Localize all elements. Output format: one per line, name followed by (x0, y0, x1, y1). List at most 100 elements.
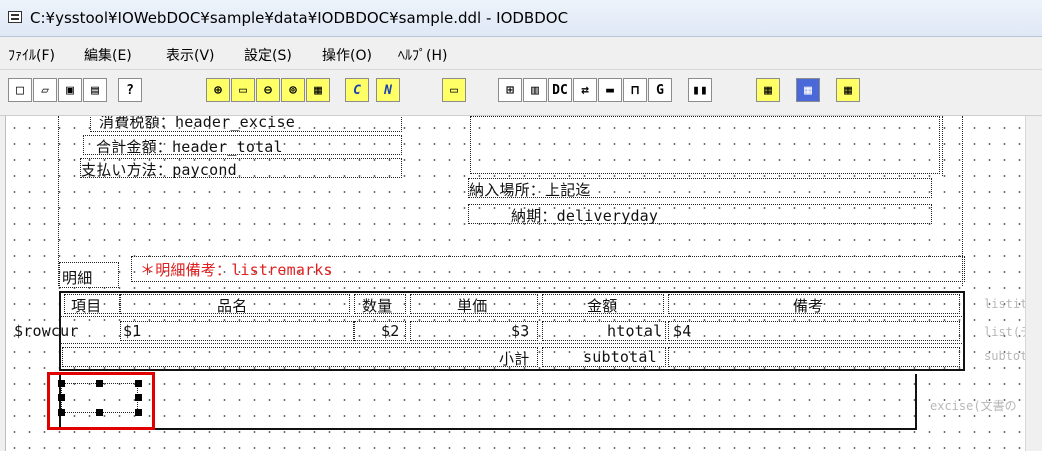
subtotal-field[interactable]: subtotal (542, 347, 666, 367)
layout-1-button[interactable]: ▦ (756, 78, 780, 102)
g-button[interactable]: G (648, 78, 672, 102)
columns-icon: ▮▮ (692, 82, 708, 98)
menu-operation[interactable]: 操作(O) (322, 45, 372, 65)
toolbar: □ ▱ ▣ ▤ ? ⊕ ▭ ⊖ ⊚ ▦ C N ▭ ⊞ ▥ DC ⇄ ▬ ⊓ G… (0, 70, 1042, 116)
ghost-label-excise: excise(文書の (930, 399, 1017, 413)
cell-v2[interactable]: $2 (354, 321, 406, 341)
menu-help[interactable]: ﾍﾙﾌﾟ(H) (398, 45, 447, 65)
meisai-label: 明細 (62, 269, 93, 287)
listremarks-field[interactable]: ＊明細備考：listremarks (131, 256, 965, 282)
resize-handle[interactable] (135, 394, 142, 401)
resize-handle[interactable] (58, 380, 65, 387)
new-file-icon: □ (16, 82, 24, 98)
col-qty-label: 数量 (362, 297, 393, 315)
fit-page-button[interactable]: ▭ (231, 78, 255, 102)
htotal-text: htotal (607, 322, 663, 340)
design-canvas[interactable]: 消費税額：header_excise 合計金額：header_total 支払い… (0, 116, 1042, 451)
header-cell-item[interactable]: 項目 (64, 294, 120, 315)
rectangle-button[interactable]: ▭ (442, 78, 466, 102)
address-box[interactable] (470, 116, 940, 174)
text-n-button[interactable]: N (376, 78, 400, 102)
resize-handle[interactable] (96, 409, 103, 416)
table-insert-icon: ⊞ (506, 82, 514, 98)
field-icon: ⇄ (581, 82, 589, 98)
zoom-area-icon: ⊚ (289, 82, 297, 98)
cell-htotal[interactable]: htotal (542, 321, 666, 341)
text-n-icon: N (384, 82, 392, 98)
text-c-button[interactable]: C (345, 78, 369, 102)
menu-file[interactable]: ﾌｧｲﾙ(F) (8, 45, 55, 65)
tree-icon: ⊓ (631, 82, 639, 98)
help-icon: ? (126, 82, 134, 98)
header-excise-field[interactable]: 消費税額：header_excise (90, 116, 402, 132)
print-preview-button[interactable]: ▤ (83, 78, 107, 102)
header-cell-name[interactable]: 品名 (120, 294, 350, 315)
meisai-label-box[interactable]: 明細 (59, 262, 119, 288)
vertical-scrollbar[interactable] (1025, 116, 1042, 451)
field-button[interactable]: ⇄ (573, 78, 597, 102)
table-insert-button[interactable]: ⊞ (498, 78, 522, 102)
new-file-button[interactable]: □ (8, 78, 32, 102)
resize-handle[interactable] (96, 380, 103, 387)
cell-v3[interactable]: $3 (410, 321, 538, 341)
zoom-area-button[interactable]: ⊚ (281, 78, 305, 102)
subtotal-label-box[interactable]: 小計 (62, 347, 538, 368)
open-button[interactable]: ▱ (33, 78, 57, 102)
listremarks-text: ＊明細備考：listremarks (140, 261, 333, 279)
paycond-text: 支払い方法：paycond (81, 161, 237, 179)
rowcur-label: $rowcur (14, 322, 79, 340)
header-total-field[interactable]: 合計金額：header_total (83, 135, 402, 156)
header-cell-price[interactable]: 単価 (410, 294, 538, 315)
header-cell-amount[interactable]: 金額 (542, 294, 664, 315)
dc-button[interactable]: DC (548, 78, 572, 102)
header-cell-qty[interactable]: 数量 (354, 294, 406, 315)
col-name-label: 品名 (217, 297, 248, 315)
frame-button[interactable]: ▬ (598, 78, 622, 102)
zoom-out-button[interactable]: ⊖ (256, 78, 280, 102)
header-cell-remarks[interactable]: 備考 (668, 294, 960, 315)
layout-2-icon: ▦ (804, 82, 812, 98)
paycond-field[interactable]: 支払い方法：paycond (80, 158, 402, 179)
grid-button[interactable]: ▦ (306, 78, 330, 102)
resize-handle[interactable] (135, 409, 142, 416)
resize-handle[interactable] (135, 380, 142, 387)
col-remarks-label: 備考 (793, 297, 824, 315)
save-button[interactable]: ▣ (58, 78, 82, 102)
v3-text: $3 (511, 322, 530, 340)
image-button[interactable]: ▥ (523, 78, 547, 102)
delivery-place-text: 納入場所：上記迄 (469, 181, 591, 199)
page-margin-line (58, 116, 59, 286)
delivery-day-field[interactable]: 納期：deliveryday (468, 204, 932, 225)
rectangle-icon: ▭ (450, 82, 458, 98)
header-excise-text: 消費税額：header_excise (99, 116, 296, 131)
delivery-day-text: 納期：deliveryday (511, 207, 659, 225)
menu-view[interactable]: 表示(V) (166, 45, 215, 65)
layout-1-icon: ▦ (764, 82, 772, 98)
cell-v1[interactable]: $1 (120, 321, 354, 341)
zoom-in-button[interactable]: ⊕ (206, 78, 230, 102)
subtotal-remarks-cell[interactable] (668, 347, 960, 367)
window-title: C:¥ysstool¥IOWebDOC¥sample¥data¥IODBDOC¥… (30, 9, 569, 27)
layout-3-button[interactable]: ▦ (836, 78, 860, 102)
print-preview-icon: ▤ (91, 82, 99, 98)
delivery-place-field[interactable]: 納入場所：上記迄 (468, 178, 932, 199)
tree-button[interactable]: ⊓ (623, 78, 647, 102)
columns-button[interactable]: ▮▮ (688, 78, 712, 102)
layout-2-button[interactable]: ▦ (796, 78, 820, 102)
menu-edit[interactable]: 編集(E) (84, 45, 132, 65)
menu-settings[interactable]: 設定(S) (244, 45, 292, 65)
help-button[interactable]: ? (118, 78, 142, 102)
v2-text: $2 (381, 322, 400, 340)
app-icon (8, 11, 22, 23)
resize-handle[interactable] (58, 394, 65, 401)
excise-frame[interactable] (59, 374, 917, 430)
subtotal-text: subtotal (583, 348, 657, 366)
subtotal-label: 小計 (499, 350, 530, 368)
cell-v4[interactable]: $4 (668, 321, 960, 341)
layout-3-icon: ▦ (844, 82, 852, 98)
image-icon: ▥ (531, 82, 539, 98)
v4-text: $4 (673, 322, 692, 340)
resize-handle[interactable] (58, 409, 65, 416)
open-folder-icon: ▱ (41, 82, 49, 98)
dc-icon: DC (552, 82, 568, 98)
